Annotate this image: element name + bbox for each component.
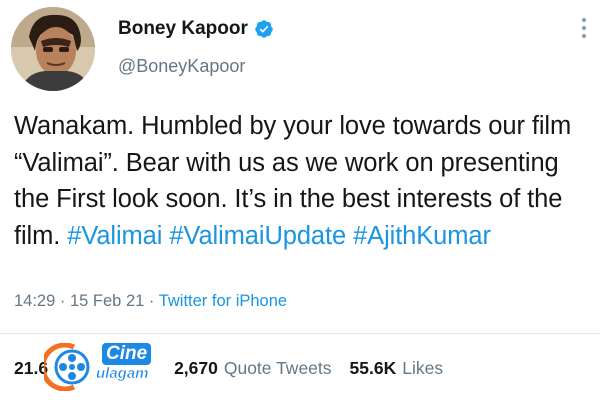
- cineulagam-watermark-logo: Cine ulagam: [44, 343, 162, 391]
- meta-separator: ·: [59, 292, 66, 310]
- meta-separator: ·: [148, 292, 155, 310]
- quote-tweets-count: 2,670: [174, 358, 218, 378]
- tweet-meta: 14:29 · 15 Feb 21 · Twitter for iPhone: [14, 292, 287, 311]
- tweet-card: Boney Kapoor @BoneyKapoor Wanakam. Humbl…: [0, 0, 600, 400]
- more-vertical-icon[interactable]: [582, 18, 586, 38]
- more-dot: [582, 18, 586, 22]
- more-dot: [582, 34, 586, 38]
- verified-badge-icon: [254, 19, 274, 39]
- avatar[interactable]: [11, 7, 95, 91]
- watermark-line1: Cine: [102, 343, 152, 365]
- retweets-count: 21.6: [14, 358, 49, 378]
- hashtag-link[interactable]: #Valimai: [67, 222, 162, 250]
- hashtag-link[interactable]: #ValimaiUpdate: [169, 222, 346, 250]
- film-reel-icon: [44, 343, 90, 391]
- likes-stat[interactable]: 55.6K Likes: [350, 358, 444, 379]
- likes-count: 55.6K: [349, 358, 397, 378]
- divider: [0, 333, 600, 334]
- quote-tweets-label: Quote Tweets: [223, 358, 332, 378]
- quote-tweets-stat[interactable]: 2,670 Quote Tweets: [174, 358, 331, 379]
- hashtag-link[interactable]: #AjithKumar: [353, 222, 491, 250]
- more-dot: [582, 26, 586, 30]
- tweet-date[interactable]: 15 Feb 21: [70, 292, 144, 310]
- tweet-time[interactable]: 14:29: [14, 292, 55, 310]
- watermark-line2: ulagam: [96, 365, 149, 383]
- user-name-row[interactable]: Boney Kapoor: [118, 18, 274, 40]
- retweets-stat[interactable]: 21.6: [14, 358, 48, 379]
- likes-label: Likes: [402, 358, 444, 378]
- tweet-text: Wanakam. Humbled by your love towards ou…: [14, 108, 589, 254]
- user-handle[interactable]: @BoneyKapoor: [118, 56, 245, 77]
- display-name[interactable]: Boney Kapoor: [118, 18, 248, 40]
- tweet-source-link[interactable]: Twitter for iPhone: [159, 292, 287, 310]
